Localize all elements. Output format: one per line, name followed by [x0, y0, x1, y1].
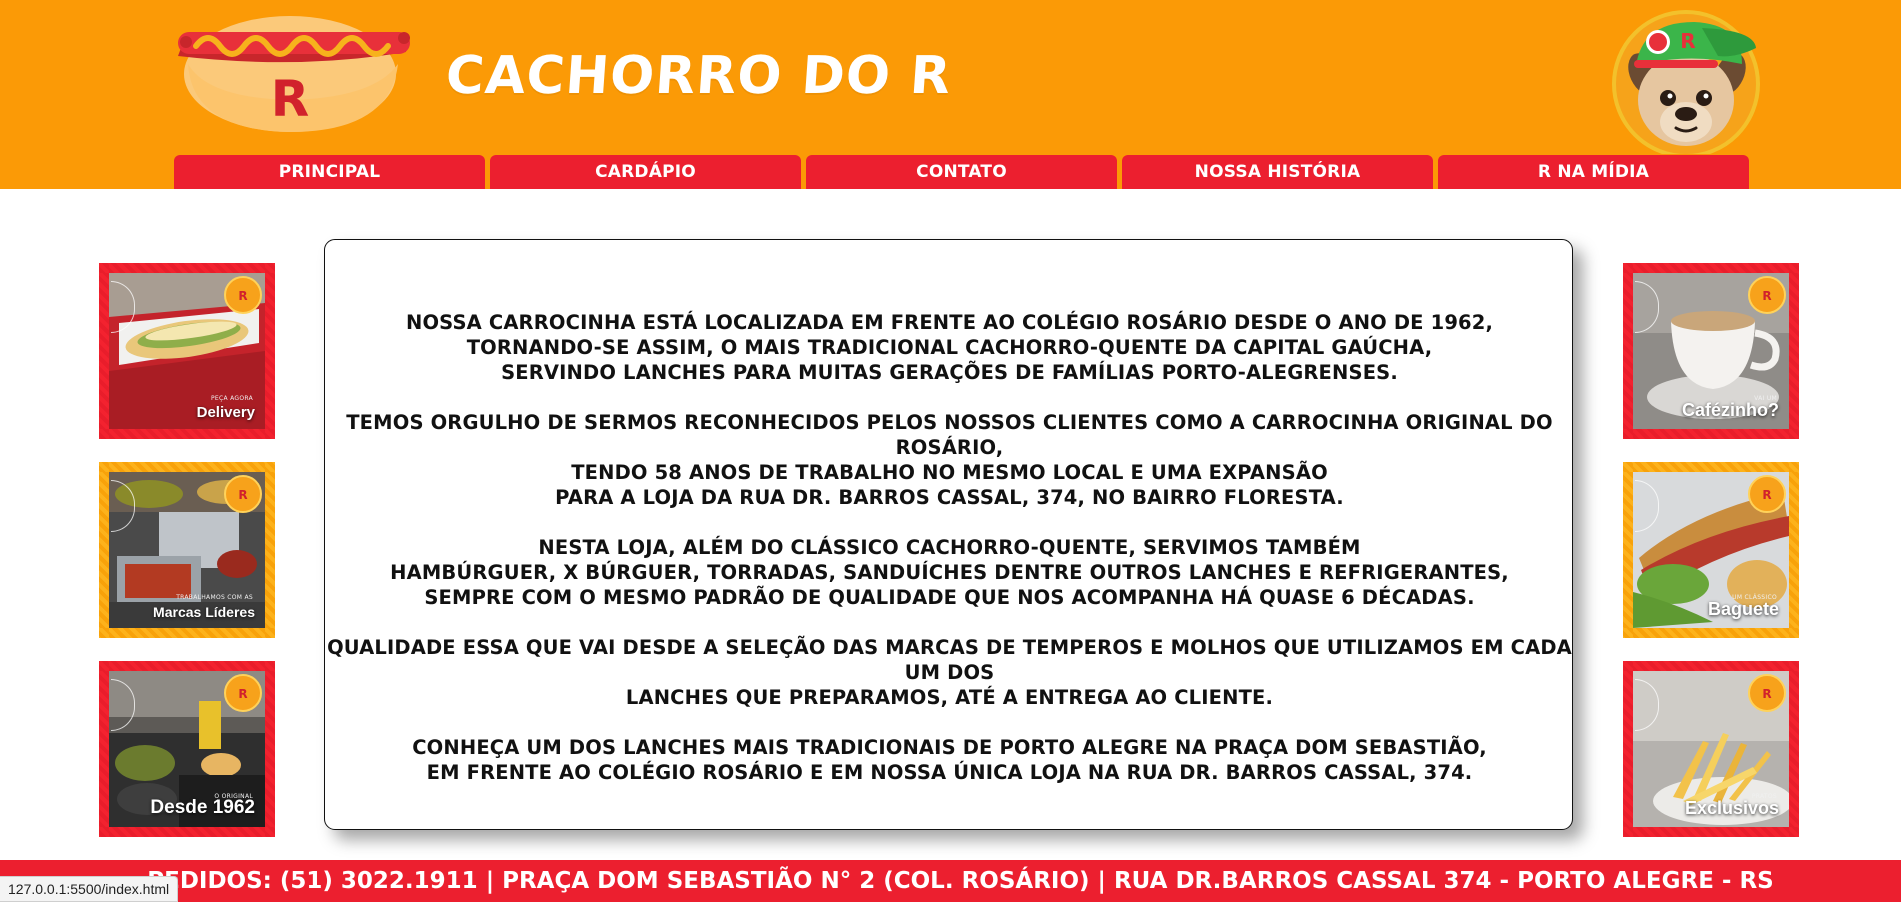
text-line: NOSSA CARROCINHA ESTÁ LOCALIZADA EM FREN…	[405, 311, 1494, 334]
contact-footer: PEDIDOS: (51) 3022.1911 | PRAÇA DOM SEBA…	[0, 860, 1901, 902]
text-line: SEMPRE COM O MESMO PADRÃO DE QUALIDADE Q…	[424, 586, 1475, 609]
paragraph: NESTA LOJA, ALÉM DO CLÁSSICO CACHORRO-QU…	[325, 535, 1574, 610]
nav-item-contato[interactable]: CONTATO	[806, 155, 1117, 189]
svg-text:R: R	[238, 687, 247, 701]
card-caption: Cafézinho?	[1682, 400, 1779, 420]
history-text: NOSSA CARROCINHA ESTÁ LOCALIZADA EM FREN…	[325, 310, 1574, 810]
text-line: PARA A LOJA DA RUA DR. BARROS CASSAL, 37…	[555, 486, 1344, 509]
paragraph: NOSSA CARROCINHA ESTÁ LOCALIZADA EM FREN…	[325, 310, 1574, 385]
badge-icon: R	[224, 276, 262, 314]
text-line: QUALIDADE ESSA QUE VAI DESDE A SELEÇÃO D…	[327, 636, 1572, 684]
exclusivos-card[interactable]: R PRATOS Exclusivos	[1623, 661, 1799, 837]
card-caption: Exclusivos	[1684, 798, 1779, 818]
link-preview-statusbar: 127.0.0.1:5500/index.html	[0, 876, 179, 902]
paragraph: CONHEÇA UM DOS LANCHES MAIS TRADICIONAIS…	[325, 735, 1574, 785]
text-line: EM FRENTE AO COLÉGIO ROSÁRIO E EM NOSSA …	[426, 761, 1473, 784]
nav-item-r-na-midia[interactable]: R NA MÍDIA	[1438, 155, 1749, 189]
desde-1962-card[interactable]: R O ORIGINAL Desde 1962	[99, 661, 275, 837]
hotdog-logo[interactable]: R	[178, 12, 414, 134]
text-line: TORNANDO-SE ASSIM, O MAIS TRADICIONAL CA…	[466, 336, 1433, 359]
svg-text:R: R	[238, 289, 247, 303]
badge-icon: R	[224, 475, 262, 513]
main-nav: PRINCIPAL CARDÁPIO CONTATO NOSSA HISTÓRI…	[174, 155, 1750, 189]
svg-text:R: R	[1762, 687, 1771, 701]
nav-item-cardapio[interactable]: CARDÁPIO	[490, 155, 801, 189]
card-kicker: PEÇA AGORA	[210, 395, 253, 402]
badge-icon: R	[1748, 475, 1786, 513]
svg-text:R: R	[1762, 289, 1771, 303]
text-line: SERVINDO LANCHES PARA MUITAS GERAÇÕES DE…	[501, 361, 1398, 384]
paragraph: TEMOS ORGULHO DE SERMOS RECONHECIDOS PEL…	[325, 410, 1574, 510]
cafezinho-card[interactable]: R VAI UM Cafézinho?	[1623, 263, 1799, 439]
text-line: HAMBÚRGUER, X BÚRGUER, TORRADAS, SANDUÍC…	[390, 561, 1509, 584]
delivery-card[interactable]: R PEÇA AGORA Delivery	[99, 263, 275, 439]
badge-icon: R	[1748, 276, 1786, 314]
history-panel: NOSSA CARROCINHA ESTÁ LOCALIZADA EM FREN…	[324, 239, 1573, 830]
text-line: CONHEÇA UM DOS LANCHES MAIS TRADICIONAIS…	[412, 736, 1487, 759]
baguete-card[interactable]: R UM CLÁSSICO Baguete	[1623, 462, 1799, 638]
text-line: NESTA LOJA, ALÉM DO CLÁSSICO CACHORRO-QU…	[538, 536, 1361, 559]
svg-text:R: R	[1762, 488, 1771, 502]
text-line: TENDO 58 ANOS DE TRABALHO NO MESMO LOCAL…	[571, 461, 1328, 484]
card-caption: Delivery	[196, 404, 255, 421]
svg-text:R: R	[238, 488, 247, 502]
logo-letter: R	[271, 70, 310, 128]
card-caption: Marcas Líderes	[153, 604, 255, 620]
card-caption: Baguete	[1707, 599, 1779, 619]
mascot-cap-letter: R	[1680, 29, 1695, 53]
pug-mascot-logo: R	[1612, 10, 1760, 154]
paragraph: QUALIDADE ESSA QUE VAI DESDE A SELEÇÃO D…	[325, 635, 1574, 710]
text-line: TEMOS ORGULHO DE SERMOS RECONHECIDOS PEL…	[346, 411, 1553, 459]
nav-item-nossa-historia[interactable]: NOSSA HISTÓRIA	[1122, 155, 1433, 189]
badge-icon: R	[224, 674, 262, 712]
brand-title: CACHORRO DO R	[443, 46, 954, 106]
card-caption: Desde 1962	[150, 797, 255, 818]
card-kicker: TRABALHAMOS COM AS	[176, 594, 253, 601]
text-line: LANCHES QUE PREPARAMOS, ATÉ A ENTREGA AO…	[625, 686, 1274, 709]
marcas-lideres-card[interactable]: R TRABALHAMOS COM AS Marcas Líderes	[99, 462, 275, 638]
site-header: R CACHORRO DO R R PRINCIPAL CARDÁPIO CON…	[0, 0, 1901, 189]
nav-item-principal[interactable]: PRINCIPAL	[174, 155, 485, 189]
badge-icon: R	[1748, 674, 1786, 712]
